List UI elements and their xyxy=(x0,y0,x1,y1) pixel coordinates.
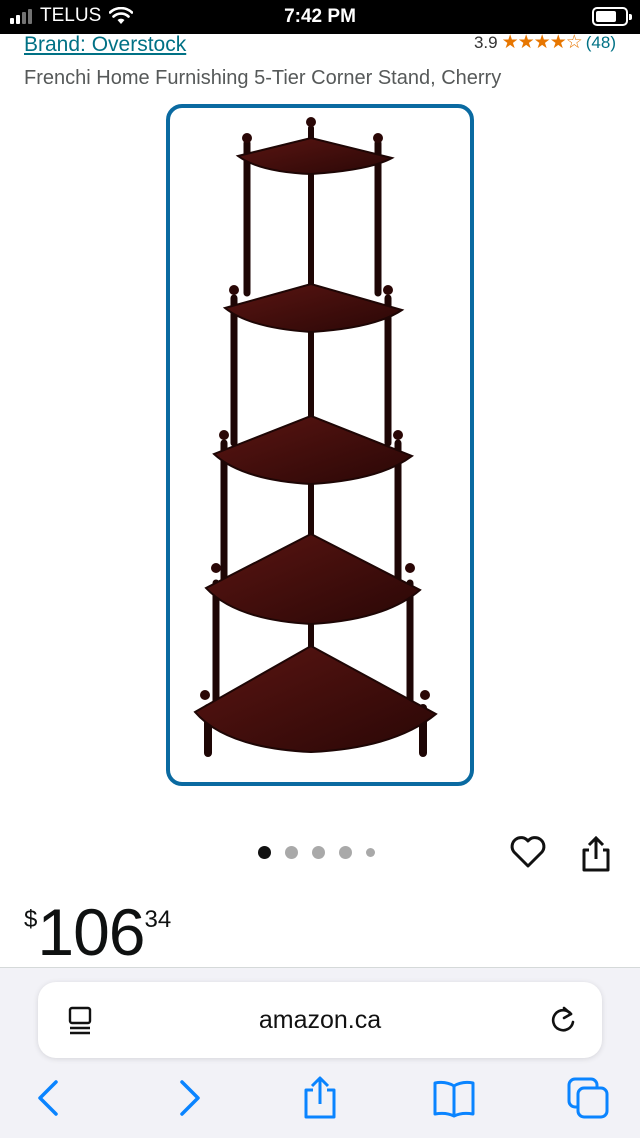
forward-icon[interactable] xyxy=(166,1076,210,1120)
share-button[interactable] xyxy=(578,834,614,874)
url-text[interactable]: amazon.ca xyxy=(38,1006,602,1035)
bookmarks-icon[interactable] xyxy=(432,1076,476,1120)
rating-value: 3.9 xyxy=(473,32,498,52)
tabs-icon[interactable] xyxy=(566,1076,610,1120)
price-fraction: 34 xyxy=(144,906,172,933)
pagination-dot[interactable] xyxy=(285,846,298,859)
image-pagination-dots[interactable] xyxy=(258,846,375,859)
price-symbol: $ xyxy=(24,906,38,933)
browser-chrome: amazon.ca xyxy=(0,968,640,1138)
star-rating-icon: ★★★★☆ xyxy=(501,32,583,53)
battery-icon xyxy=(592,7,632,26)
product-image-frame[interactable] xyxy=(166,104,474,786)
status-time: 7:42 PM xyxy=(284,6,356,27)
share-icon xyxy=(582,835,610,872)
product-image xyxy=(193,117,438,757)
pagination-dot-active[interactable] xyxy=(258,846,271,859)
address-bar[interactable]: amazon.ca xyxy=(38,982,602,1058)
pagination-dot[interactable] xyxy=(312,846,325,859)
rating-count-link[interactable]: (48) xyxy=(586,33,616,53)
product-price: $ 106 34 xyxy=(24,892,171,972)
pagination-dot[interactable] xyxy=(339,846,352,859)
rating-summary[interactable]: 3.9 ★★★★☆ (48) xyxy=(474,31,616,54)
share-sheet-icon[interactable] xyxy=(298,1076,342,1120)
browser-toolbar xyxy=(0,1076,640,1126)
status-bar: TELUS 7:42 PM xyxy=(0,0,640,34)
pagination-dot[interactable] xyxy=(366,848,375,857)
heart-icon xyxy=(510,836,546,868)
back-icon[interactable] xyxy=(28,1076,72,1120)
brand-link[interactable]: Brand: Overstock xyxy=(24,33,186,57)
price-whole: 106 xyxy=(37,895,145,969)
product-title: Frenchi Home Furnishing 5-Tier Corner St… xyxy=(24,67,502,89)
wishlist-button[interactable] xyxy=(508,832,548,872)
reload-icon[interactable] xyxy=(548,1004,578,1036)
